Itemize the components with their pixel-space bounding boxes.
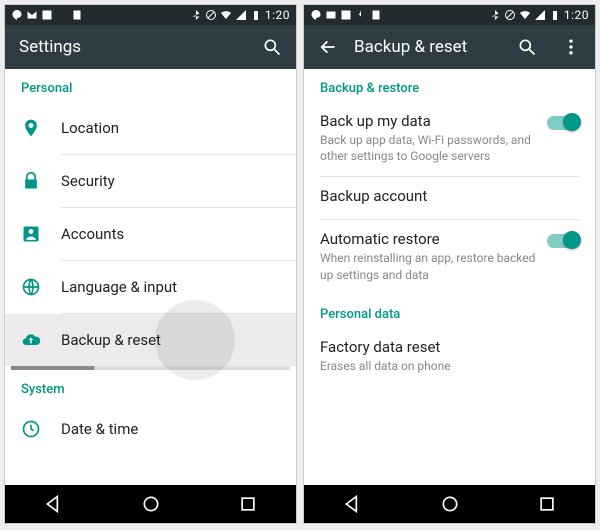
nav-back-icon[interactable]	[44, 494, 64, 514]
switch-automatic-restore[interactable]	[547, 234, 579, 248]
backup-reset-list: Backup & restore Back up my data Back up…	[304, 69, 595, 485]
cloud-upload-icon	[21, 330, 41, 350]
bluetooth-icon	[489, 9, 501, 21]
signal-icon	[235, 9, 247, 21]
pref-title: Automatic restore	[320, 230, 537, 248]
sim-icon	[370, 9, 382, 21]
globe-icon	[21, 277, 41, 297]
status-left-icons	[310, 9, 382, 21]
nav-home-icon[interactable]	[141, 494, 161, 514]
section-header-system: System	[5, 370, 296, 403]
settings-list: Personal Location Security Accounts Lang…	[5, 69, 296, 485]
pref-subtitle: Erases all data on phone	[320, 358, 579, 374]
settings-item-backup-reset[interactable]: Backup & reset	[5, 314, 296, 366]
pref-title: Factory data reset	[320, 338, 579, 356]
wifi-icon	[220, 9, 232, 21]
status-left-icons	[11, 9, 83, 21]
sim-icon	[71, 9, 83, 21]
signal-icon	[534, 9, 546, 21]
page-title: Backup & reset	[354, 37, 501, 57]
search-icon[interactable]	[517, 37, 537, 57]
nav-recent-icon[interactable]	[238, 494, 258, 514]
app-bar: Backup & reset	[304, 25, 595, 69]
download-icon	[355, 9, 367, 21]
settings-item-security[interactable]: Security	[5, 155, 296, 207]
section-header-personal: Personal	[5, 69, 296, 102]
status-time: 1:20	[265, 8, 290, 22]
settings-item-datetime[interactable]: Date & time	[5, 403, 296, 455]
block-icon	[504, 9, 516, 21]
section-header-backup-restore: Backup & restore	[304, 69, 595, 102]
nav-back-icon[interactable]	[343, 494, 363, 514]
download-icon	[56, 9, 68, 21]
mail-icon	[26, 9, 38, 21]
settings-item-label: Security	[61, 172, 115, 190]
hangouts-icon	[310, 9, 322, 21]
block-icon	[205, 9, 217, 21]
back-arrow-icon[interactable]	[318, 37, 338, 57]
section-header-personal-data: Personal data	[304, 295, 595, 328]
mail-icon	[325, 9, 337, 21]
account-icon	[21, 224, 41, 244]
touch-ripple	[155, 300, 235, 380]
battery-icon	[250, 9, 262, 21]
settings-item-location[interactable]: Location	[5, 102, 296, 154]
status-bar: 1:20	[304, 5, 595, 25]
navigation-bar	[304, 485, 595, 523]
pref-factory-data-reset[interactable]: Factory data reset Erases all data on ph…	[304, 328, 595, 386]
overflow-menu-icon[interactable]	[561, 37, 581, 57]
status-right-icons: 1:20	[190, 8, 290, 22]
settings-item-label: Location	[61, 119, 119, 137]
clock-icon	[21, 419, 41, 439]
settings-item-language[interactable]: Language & input	[5, 261, 296, 313]
settings-item-label: Backup & reset	[61, 331, 161, 349]
navigation-bar	[5, 485, 296, 523]
hangouts-icon	[11, 9, 23, 21]
settings-item-label: Accounts	[61, 225, 124, 243]
settings-item-accounts[interactable]: Accounts	[5, 208, 296, 260]
status-time: 1:20	[564, 8, 589, 22]
backup-reset-screen: 1:20 Backup & reset Backup & restore Bac…	[303, 4, 596, 524]
battery-icon	[549, 9, 561, 21]
pref-backup-account[interactable]: Backup account	[304, 177, 595, 219]
pref-backup-my-data[interactable]: Back up my data Back up app data, Wi-Fi …	[304, 102, 595, 176]
lock-icon	[21, 171, 41, 191]
settings-item-label: Date & time	[61, 420, 138, 438]
image-icon	[340, 9, 352, 21]
status-right-icons: 1:20	[489, 8, 589, 22]
pref-automatic-restore[interactable]: Automatic restore When reinstalling an a…	[304, 220, 595, 294]
pref-subtitle: When reinstalling an app, restore backed…	[320, 250, 537, 282]
nav-home-icon[interactable]	[440, 494, 460, 514]
search-icon[interactable]	[262, 37, 282, 57]
wifi-icon	[519, 9, 531, 21]
pref-title: Backup account	[320, 187, 579, 205]
switch-backup-my-data[interactable]	[547, 116, 579, 130]
settings-screen: 1:20 Settings Personal Location Security…	[4, 4, 297, 524]
bluetooth-icon	[190, 9, 202, 21]
pref-subtitle: Back up app data, Wi-Fi passwords, and o…	[320, 132, 537, 164]
page-title: Settings	[19, 37, 246, 57]
status-bar: 1:20	[5, 5, 296, 25]
pref-title: Back up my data	[320, 112, 537, 130]
nav-recent-icon[interactable]	[537, 494, 557, 514]
app-bar: Settings	[5, 25, 296, 69]
location-icon	[21, 118, 41, 138]
image-icon	[41, 9, 53, 21]
settings-item-label: Language & input	[61, 278, 177, 296]
